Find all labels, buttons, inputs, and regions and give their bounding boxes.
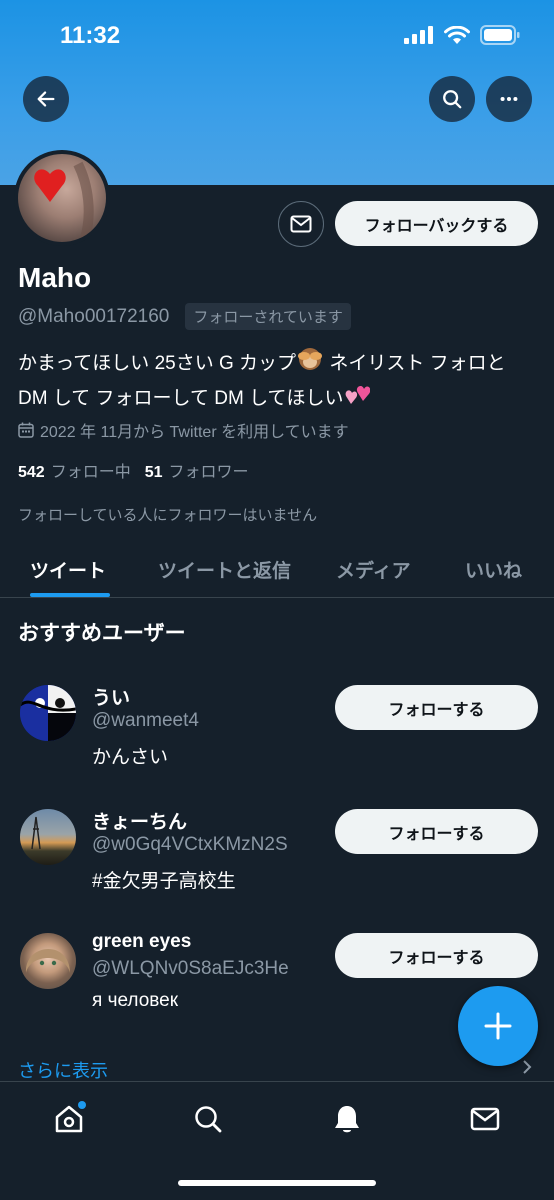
more-button[interactable] — [486, 76, 532, 122]
signal-icon — [404, 26, 433, 44]
nav-messages[interactable] — [468, 1102, 502, 1136]
message-button[interactable] — [278, 201, 324, 247]
following-link[interactable]: 542 フォロー中 — [18, 458, 131, 482]
avatar-image-icon — [31, 816, 41, 850]
bio-text-1a: かまってほしい 25さい G カップ — [18, 353, 297, 375]
suggested-user-row[interactable]: きょーちん @w0Gq4VCtxKMzN2S #金欠男子高校生 フォローする — [0, 804, 554, 904]
joined-text: 2022 年 11月から Twitter を利用しています — [40, 424, 349, 441]
profile-tabs: ツイート ツイートと返信 メディア いいね — [0, 540, 554, 598]
active-tab-indicator — [30, 593, 110, 597]
calendar-icon — [18, 422, 34, 438]
user-bio: я человек — [92, 990, 179, 1011]
nav-notifications[interactable] — [330, 1102, 364, 1136]
follows-you-badge: フォローされています — [185, 303, 351, 330]
profile-avatar[interactable] — [14, 150, 110, 246]
search-icon — [195, 1106, 222, 1133]
compose-tweet-button[interactable] — [458, 986, 538, 1066]
arrow-left-icon — [37, 91, 55, 107]
battery-icon — [480, 25, 520, 45]
status-time: 11:32 — [60, 22, 121, 49]
followers-link[interactable]: 51 フォロワー — [145, 458, 249, 482]
mail-icon — [470, 1107, 500, 1131]
bio-text-1b: ネイリスト フォロと — [324, 353, 506, 375]
user-bio: かんさい — [92, 747, 169, 768]
see-no-evil-monkey-icon — [296, 346, 324, 382]
mail-icon — [290, 215, 312, 233]
wifi-icon — [444, 25, 470, 44]
search-icon — [443, 90, 462, 109]
profile-handle: @Maho00172160 — [18, 305, 170, 327]
plus-icon — [484, 1012, 512, 1040]
nav-home[interactable] — [52, 1101, 86, 1136]
profile-bio: かまってほしい 25さい G カップ ネイリスト フォロと DM して フォロー… — [18, 346, 538, 416]
joined-date: 2022 年 11月から Twitter を利用しています — [18, 418, 349, 442]
show-more-link[interactable]: さらに表示 — [18, 1057, 108, 1083]
heart-icon — [34, 161, 94, 242]
tab-media[interactable]: メディア — [336, 556, 411, 583]
avatar-image-icon — [25, 948, 70, 973]
more-horizontal-icon — [500, 96, 518, 102]
follow-button[interactable]: フォローする — [335, 685, 538, 730]
following-label: フォロー中 — [50, 464, 131, 481]
handle-row: @Maho00172160 フォローされています — [18, 303, 351, 330]
followers-count: 51 — [144, 464, 163, 481]
search-button[interactable] — [429, 76, 475, 122]
follow-counts: 542 フォロー中 51 フォロワー — [18, 458, 249, 482]
mutual-followers-text: フォローしている人にフォロワーはいません — [18, 507, 318, 524]
tab-tweets[interactable]: ツイート — [30, 556, 106, 583]
user-handle: @WLQNv0S8aEJc3He — [92, 958, 289, 979]
user-name: きょーちん — [92, 812, 188, 833]
chevron-right-icon — [522, 1058, 532, 1081]
user-avatar[interactable] — [20, 685, 76, 741]
followers-label: フォロワー — [168, 464, 249, 481]
back-button[interactable] — [23, 76, 69, 122]
bell-icon — [335, 1106, 359, 1133]
suggested-users-title: おすすめユーザー — [18, 622, 186, 645]
avatar-image-icon — [20, 685, 76, 741]
user-avatar[interactable] — [20, 809, 76, 865]
user-name: green eyes — [92, 931, 192, 952]
user-avatar[interactable] — [20, 933, 76, 989]
status-bar: 11:32 — [0, 0, 554, 70]
user-handle: @wanmeet4 — [92, 710, 199, 731]
notification-dot — [78, 1101, 86, 1109]
profile-name: Maho — [18, 262, 92, 293]
status-icons — [404, 25, 520, 45]
following-count: 542 — [18, 464, 45, 481]
tab-tweets-replies[interactable]: ツイートと返信 — [158, 556, 291, 583]
two-hearts-icon — [344, 382, 370, 416]
user-name: うい — [92, 688, 131, 709]
bio-text-2: DM して フォローして DM してほしい — [18, 388, 344, 410]
home-indicator — [178, 1180, 376, 1186]
nav-search[interactable] — [191, 1102, 225, 1136]
follow-button[interactable]: フォローする — [335, 809, 538, 854]
follow-back-button[interactable]: フォローバックする — [335, 201, 538, 246]
tab-likes[interactable]: いいね — [465, 556, 522, 583]
suggested-user-row[interactable]: うい @wanmeet4 かんさい フォローする — [0, 680, 554, 780]
user-handle: @w0Gq4VCtxKMzN2S — [92, 834, 288, 855]
user-bio: #金欠男子高校生 — [92, 871, 236, 892]
follow-button[interactable]: フォローする — [335, 933, 538, 978]
